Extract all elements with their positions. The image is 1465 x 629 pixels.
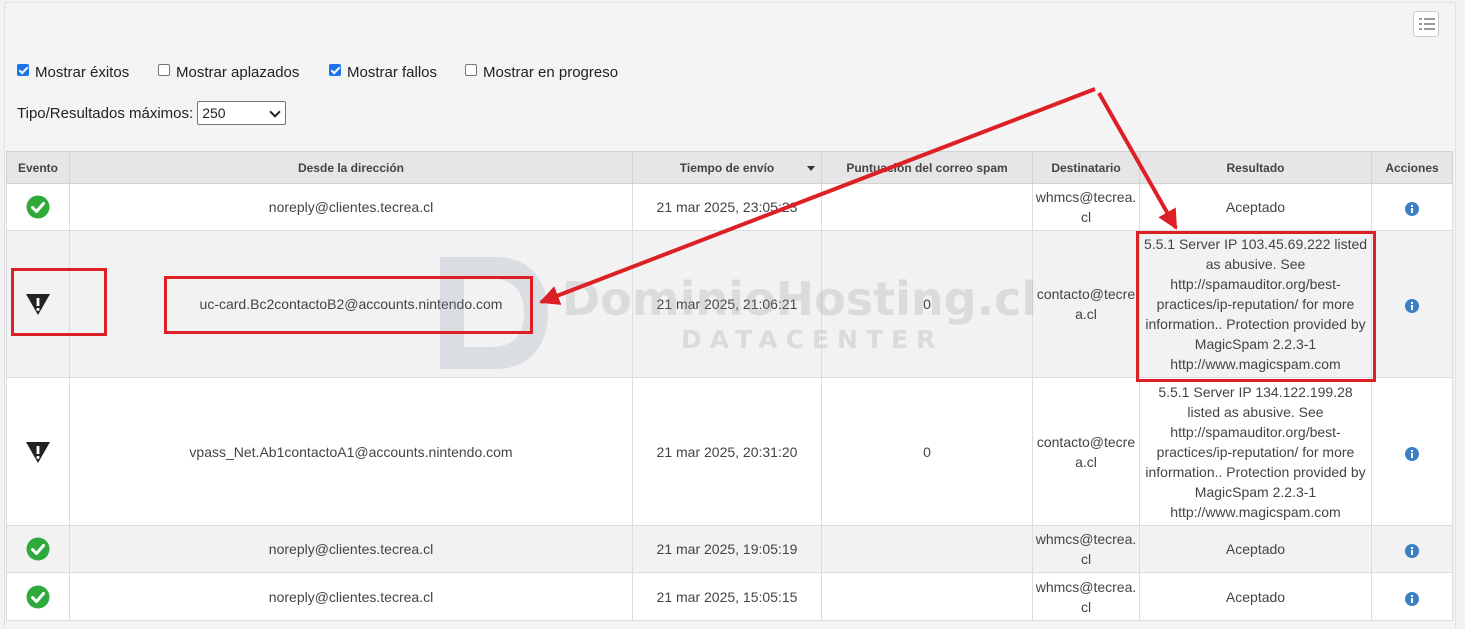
info-icon[interactable] xyxy=(1405,201,1419,217)
cell-event xyxy=(6,572,70,621)
cell-score xyxy=(821,572,1033,621)
table-row: uc-card.Bc2contactoB2@accounts.nintendo.… xyxy=(6,230,1453,378)
cell-recipient: contacto@tecrea.cl xyxy=(1032,230,1140,378)
cell-event xyxy=(6,525,70,573)
header-resultado[interactable]: Resultado xyxy=(1139,151,1372,184)
cell-event xyxy=(6,183,70,231)
max-results-value: 250 xyxy=(202,105,226,121)
header-desde[interactable]: Desde la dirección xyxy=(69,151,633,184)
list-view-toggle-button[interactable] xyxy=(1413,11,1439,37)
cell-result: Aceptado xyxy=(1139,572,1372,621)
cell-actions xyxy=(1371,572,1453,621)
max-results-row: Tipo/Resultados máximos: 250 xyxy=(17,101,287,125)
header-destinatario[interactable]: Destinatario xyxy=(1032,151,1140,184)
cell-recipient: whmcs@tecrea.cl xyxy=(1032,572,1140,621)
checkbox-show-failures[interactable] xyxy=(329,63,341,76)
checkbox-show-in-progress[interactable] xyxy=(465,63,477,76)
filter-label: Mostrar aplazados xyxy=(176,64,300,81)
cell-time: 21 mar 2025, 20:31:20 xyxy=(632,377,822,526)
cell-event xyxy=(6,230,70,378)
cell-result: 5.5.1 Server IP 103.45.69.222 listed as … xyxy=(1139,230,1372,378)
cell-recipient: contacto@tecrea.cl xyxy=(1032,377,1140,526)
sort-desc-icon xyxy=(807,166,815,171)
header-evento[interactable]: Evento xyxy=(6,151,70,184)
failure-warning-icon xyxy=(25,292,51,316)
failure-warning-icon xyxy=(25,440,51,464)
header-tiempo[interactable]: Tiempo de envío xyxy=(632,151,822,184)
success-check-icon xyxy=(26,537,50,561)
table-row: noreply@clientes.tecrea.cl 21 mar 2025, 2… xyxy=(6,183,1453,231)
filter-show-successes[interactable]: Mostrar éxitos xyxy=(17,63,130,81)
table-row: noreply@clientes.tecrea.cl 21 mar 2025, 1… xyxy=(6,572,1453,621)
cell-actions xyxy=(1371,230,1453,378)
cell-score xyxy=(821,183,1033,231)
cell-from: noreply@clientes.tecrea.cl xyxy=(69,572,633,621)
max-results-label: Tipo/Resultados máximos: xyxy=(17,104,194,122)
success-check-icon xyxy=(26,585,50,609)
cell-time: 21 mar 2025, 19:05:19 xyxy=(632,525,822,573)
cell-score: 0 xyxy=(821,230,1033,378)
cell-time: 21 mar 2025, 23:05:23 xyxy=(632,183,822,231)
table-header-row: Evento Desde la dirección Tiempo de enví… xyxy=(6,151,1453,184)
cell-time: 21 mar 2025, 21:06:21 xyxy=(632,230,822,378)
checkbox-show-deferred[interactable] xyxy=(158,63,170,76)
cell-recipient: whmcs@tecrea.cl xyxy=(1032,183,1140,231)
filter-label: Mostrar fallos xyxy=(347,64,438,81)
delivery-report-table: Evento Desde la dirección Tiempo de enví… xyxy=(6,151,1453,621)
cell-from: noreply@clientes.tecrea.cl xyxy=(69,525,633,573)
cell-actions xyxy=(1371,183,1453,231)
header-tiempo-label: Tiempo de envío xyxy=(679,160,775,175)
success-check-icon xyxy=(26,195,50,219)
header-acciones: Acciones xyxy=(1371,151,1453,184)
cell-actions xyxy=(1371,525,1453,573)
cell-score: 0 xyxy=(821,377,1033,526)
cell-event xyxy=(6,377,70,526)
info-icon[interactable] xyxy=(1405,591,1419,606)
cell-result: Aceptado xyxy=(1139,183,1372,231)
filter-show-in-progress[interactable]: Mostrar en progreso xyxy=(465,63,619,81)
cell-recipient: whmcs@tecrea.cl xyxy=(1032,525,1140,573)
filter-show-failures[interactable]: Mostrar fallos xyxy=(329,63,438,81)
cell-from: uc-card.Bc2contactoB2@accounts.nintendo.… xyxy=(69,230,633,378)
cell-score xyxy=(821,525,1033,573)
cell-result: Aceptado xyxy=(1139,525,1372,573)
table-row: vpass_Net.Ab1contactoA1@accounts.nintend… xyxy=(6,377,1453,526)
cell-actions xyxy=(1371,377,1453,526)
cell-time: 21 mar 2025, 15:05:15 xyxy=(632,572,822,621)
cell-from: vpass_Net.Ab1contactoA1@accounts.nintend… xyxy=(69,377,633,526)
info-icon[interactable] xyxy=(1405,298,1419,314)
cell-result: 5.5.1 Server IP 134.122.199.28 listed as… xyxy=(1139,377,1372,526)
checkbox-show-successes[interactable] xyxy=(17,63,29,76)
cell-from: noreply@clientes.tecrea.cl xyxy=(69,183,633,231)
header-puntuacion[interactable]: Puntuación del correo spam xyxy=(821,151,1033,184)
filter-show-deferred[interactable]: Mostrar aplazados xyxy=(158,63,300,81)
info-icon[interactable] xyxy=(1405,446,1419,461)
filter-label: Mostrar éxitos xyxy=(35,64,130,81)
filter-label: Mostrar en progreso xyxy=(483,64,619,81)
info-icon[interactable] xyxy=(1405,543,1419,559)
max-results-select[interactable]: 250 xyxy=(197,101,287,125)
chevron-down-icon xyxy=(269,106,281,118)
table-row: noreply@clientes.tecrea.cl 21 mar 2025, 1… xyxy=(6,525,1453,573)
